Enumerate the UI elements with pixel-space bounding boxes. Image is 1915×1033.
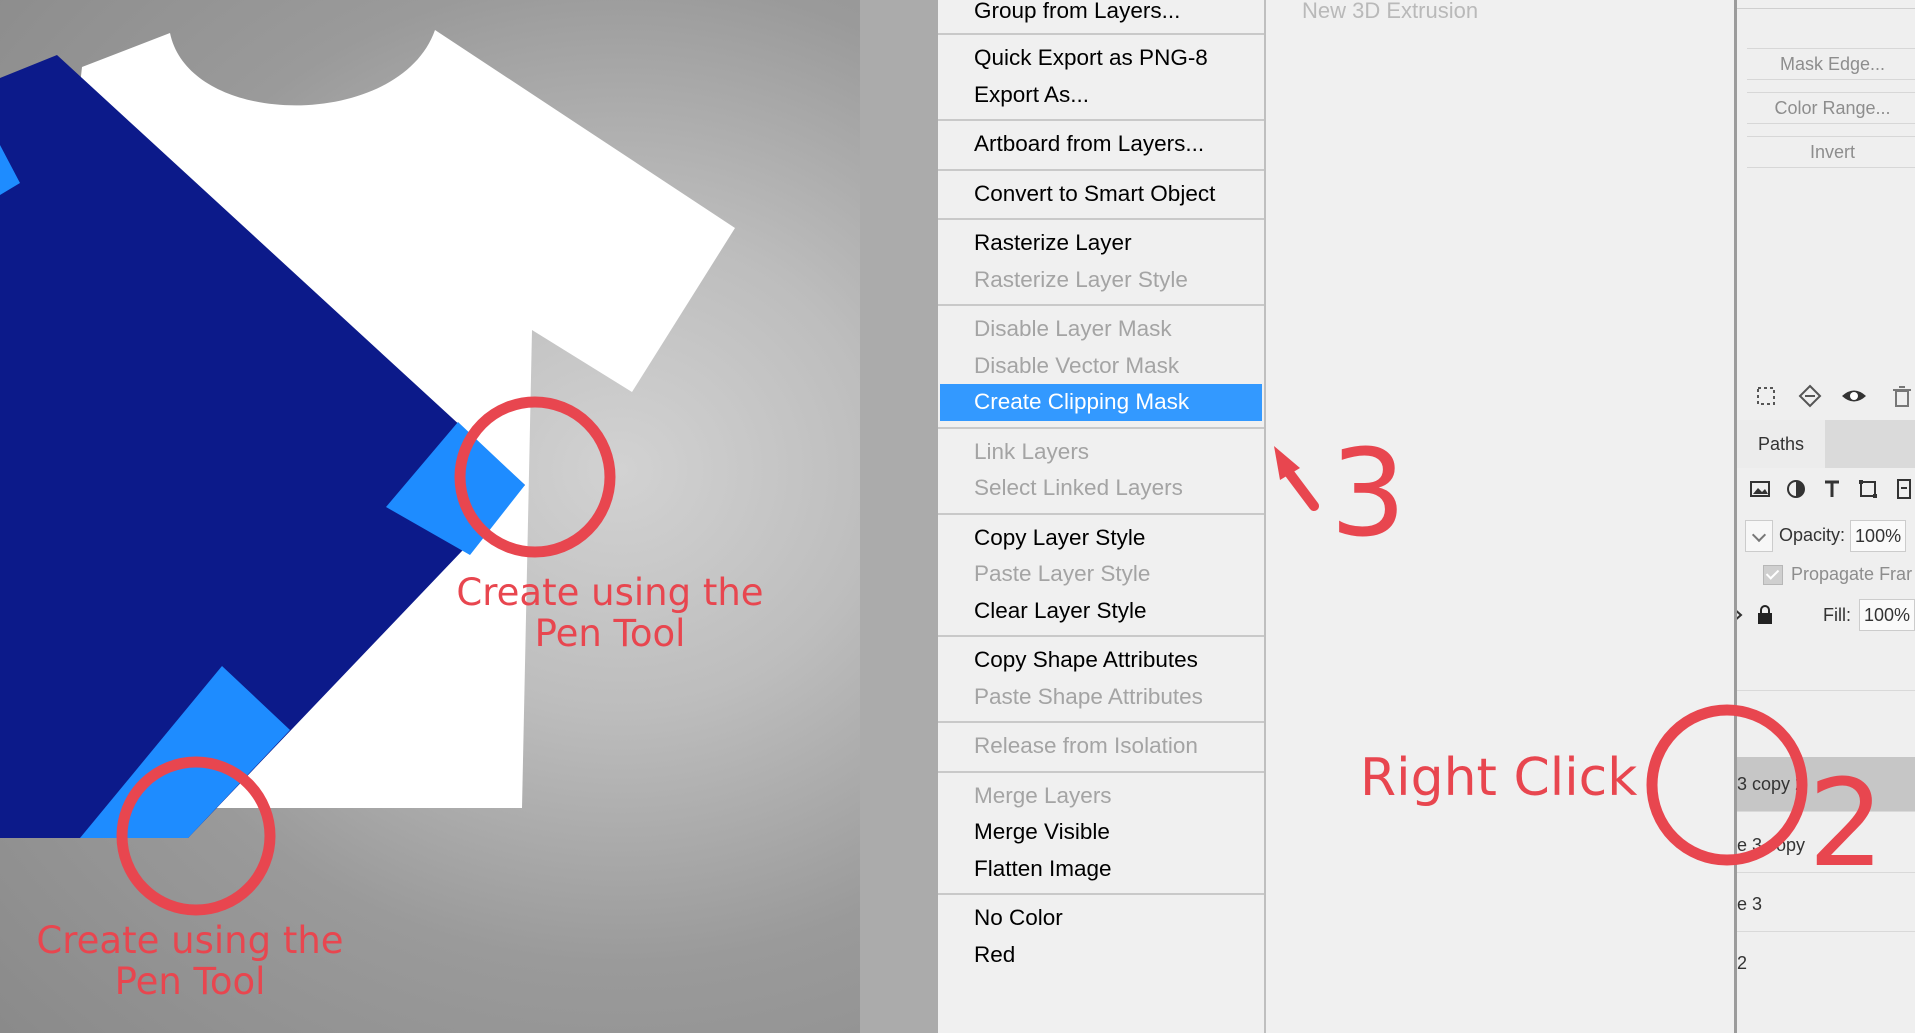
mask-edge-button[interactable]: Mask Edge... xyxy=(1747,48,1915,80)
menu-item-disable-layer-mask: Disable Layer Mask xyxy=(974,316,1172,341)
menu-item-new-3d-extrusion: New 3D Extrusion xyxy=(1302,0,1479,23)
chevron-down-icon xyxy=(1751,528,1767,543)
menu-group: Merge Layers Merge Visible Flatten Image xyxy=(938,773,1264,895)
annotation-line: Create using the xyxy=(456,571,764,614)
propagate-checkbox[interactable] xyxy=(1763,565,1783,586)
blend-mode-dropdown[interactable] xyxy=(1745,520,1773,553)
menu-item-convert-smart-object[interactable]: Convert to Smart Object xyxy=(938,176,1264,213)
annotation-line: Pen Tool xyxy=(534,612,686,655)
fill-input[interactable]: 100% xyxy=(1859,599,1915,631)
lock-position-icon[interactable] xyxy=(1734,604,1745,626)
layer-divider xyxy=(1737,690,1915,691)
menu-item-merge-visible[interactable]: Merge Visible xyxy=(938,814,1264,851)
step-3-label: 3 xyxy=(1330,425,1407,564)
menu-item-disable-vector-mask: Disable Vector Mask xyxy=(974,352,1180,378)
menu-group: No Color Red xyxy=(938,895,1264,979)
menu-group: Release from Isolation xyxy=(938,723,1264,773)
layer-name: 3 copy 2 xyxy=(1737,774,1806,794)
annotation-line: Pen Tool xyxy=(114,960,266,1003)
tab-paths[interactable]: Paths xyxy=(1737,420,1825,468)
opacity-row: Opacity: 100% xyxy=(1745,518,1907,553)
image-filter-icon[interactable] xyxy=(1745,474,1775,504)
layer-divider xyxy=(1737,931,1915,932)
apply-mask-icon[interactable] xyxy=(1795,381,1825,411)
canvas-gutter xyxy=(860,0,938,1033)
fill-label: Fill: xyxy=(1823,605,1851,625)
lock-icon[interactable] xyxy=(1755,604,1775,626)
adjustment-filter-icon[interactable] xyxy=(1781,474,1811,504)
layer-name: 2 xyxy=(1737,953,1748,973)
layer-name: e 3 xyxy=(1737,894,1763,914)
pen-tool-annotation-bottom: Create using the Pen Tool xyxy=(10,920,370,1002)
selection-icon[interactable] xyxy=(1751,381,1781,411)
menu-item-rasterize-layer-style: Rasterize Layer Style xyxy=(974,266,1188,292)
menu-item-no-color[interactable]: No Color xyxy=(938,900,1264,937)
smart-object-filter-icon[interactable] xyxy=(1889,474,1915,504)
menu-item-paste-shape-attributes: Paste Shape Attributes xyxy=(974,683,1203,709)
menu-item-clear-layer-style[interactable]: Clear Layer Style xyxy=(938,593,1264,630)
layer-name: e 3 copy xyxy=(1737,835,1806,855)
menu-group: Copy Layer Style Paste Layer Style Clear… xyxy=(938,515,1264,637)
menu-group: Convert to Smart Object xyxy=(938,171,1264,220)
menu-item-create-clipping-mask[interactable]: Create Clipping Mask xyxy=(940,384,1262,421)
eye-icon[interactable] xyxy=(1839,381,1869,411)
menu-item-group-from-layers[interactable]: Group from Layers... xyxy=(938,0,1264,27)
menu-item-quick-export[interactable]: Quick Export as PNG-8 xyxy=(938,40,1264,77)
menu-group: Link Layers Select Linked Layers xyxy=(938,429,1264,515)
shape-filter-icon[interactable] xyxy=(1853,474,1883,504)
menu-group: Rasterize Layer Rasterize Layer Style xyxy=(938,220,1264,306)
menu-item-flatten-image[interactable]: Flatten Image xyxy=(938,851,1264,888)
layer-row[interactable]: 2 xyxy=(1737,936,1915,990)
menu-item-copy-layer-style[interactable]: Copy Layer Style xyxy=(938,520,1264,557)
annotation-line: Create using the xyxy=(36,919,344,962)
color-range-button[interactable]: Color Range... xyxy=(1747,92,1915,124)
fill-row: Fill: 100% xyxy=(1737,598,1915,632)
invert-button[interactable]: Invert xyxy=(1747,136,1915,168)
menu-item-paste-layer-style: Paste Layer Style xyxy=(974,561,1151,586)
menu-group: Disable Layer Mask Disable Vector Mask C… xyxy=(938,306,1264,429)
propagate-label: Propagate Frar xyxy=(1791,564,1913,584)
menu-item-link-layers: Link Layers xyxy=(974,438,1090,464)
menu-item-rasterize-layer[interactable]: Rasterize Layer xyxy=(938,225,1264,262)
trash-icon[interactable] xyxy=(1887,381,1915,411)
menu-group: Group from Layers... xyxy=(938,0,1264,35)
tshirt-artwork xyxy=(0,30,735,838)
propagate-row: Propagate Frar xyxy=(1763,560,1912,588)
opacity-input[interactable]: 100% xyxy=(1850,520,1907,553)
menu-item-red[interactable]: Red xyxy=(938,937,1264,974)
step-2-label: 2 xyxy=(1808,755,1885,894)
menu-item-release-from-isolation: Release from Isolation xyxy=(974,733,1198,758)
menu-group: Quick Export as PNG-8 Export As... xyxy=(938,35,1264,121)
opacity-label: Opacity: xyxy=(1779,525,1846,545)
menu-item-select-linked-layers: Select Linked Layers xyxy=(974,475,1183,500)
document-canvas[interactable] xyxy=(0,0,860,1033)
menu-group: Artboard from Layers... xyxy=(938,121,1264,171)
menu-item-export-as[interactable]: Export As... xyxy=(938,77,1264,114)
right-click-annotation: Right Click xyxy=(1360,748,1638,808)
type-filter-icon[interactable] xyxy=(1817,474,1847,504)
menu-item-artboard-from-layers[interactable]: Artboard from Layers... xyxy=(938,126,1264,163)
menu-group: Copy Shape Attributes Paste Shape Attrib… xyxy=(938,637,1264,723)
panel-divider xyxy=(1737,8,1915,9)
layer-context-menu: Group from Layers... Quick Export as PNG… xyxy=(938,0,1266,1033)
menu-item-merge-layers: Merge Layers xyxy=(974,782,1112,808)
pen-tool-annotation-top: Create using the Pen Tool xyxy=(430,572,790,654)
menu-item-copy-shape-attributes[interactable]: Copy Shape Attributes xyxy=(938,642,1264,679)
